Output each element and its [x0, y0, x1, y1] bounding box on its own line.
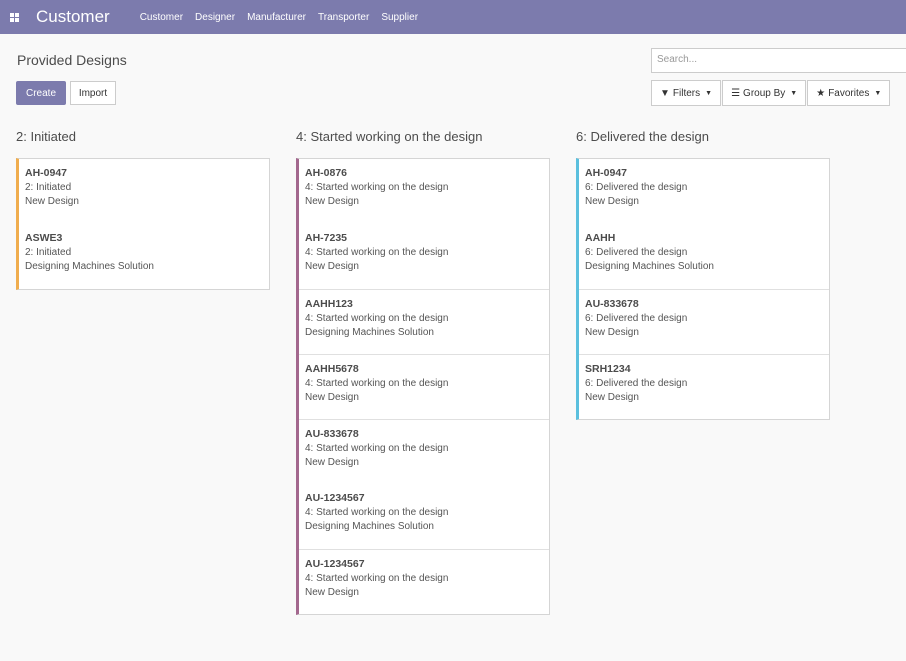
card-ref: AH-0947 [25, 167, 68, 179]
search-options: ▼ Filters ▼ ☰ Group By ▼ ★ Favorites ▼ [651, 80, 891, 106]
menu-supplier[interactable]: Supplier [381, 12, 418, 23]
apps-menu-icon[interactable] [0, 0, 28, 34]
card-type: New Design [585, 392, 639, 403]
kanban-column-initiated: 2: Initiated AH-0947 2: Initiated New De… [16, 124, 270, 290]
card-type: New Design [585, 327, 639, 338]
card-ref: AAHH5678 [305, 363, 359, 375]
card-stage: 4: Started working on the design [305, 313, 449, 324]
card-ref: AAHH [585, 232, 616, 244]
card-stage: 2: Initiated [25, 247, 72, 258]
column-cards: AH-0947 2: Initiated New Design ASWE3 2:… [16, 158, 270, 290]
favorites-label: Favorites [828, 87, 870, 99]
card-ref: AH-7235 [305, 232, 348, 244]
card-ref: AH-0947 [585, 167, 628, 179]
card-stage: 6: Delivered the design [585, 247, 688, 258]
card-type: Designing Machines Solution [305, 327, 434, 338]
card-type: New Design [305, 261, 359, 272]
kanban-card[interactable]: AAHH123 4: Started working on the design… [299, 289, 549, 354]
menu-customer[interactable]: Customer [140, 12, 183, 23]
kanban-card[interactable]: AU-1234567 4: Started working on the des… [299, 549, 549, 614]
card-type: Designing Machines Solution [25, 261, 154, 272]
column-title: 2: Initiated [16, 129, 76, 144]
card-type: New Design [305, 457, 359, 468]
menu-transporter[interactable]: Transporter [318, 12, 369, 23]
card-stage: 6: Delivered the design [585, 378, 688, 389]
group-by-label: Group By [743, 87, 786, 99]
kanban-card[interactable]: SRH1234 6: Delivered the design New Desi… [579, 354, 829, 419]
column-title: 4: Started working on the design [296, 129, 483, 144]
filters-label: Filters [672, 87, 701, 99]
bars-icon: ☰ [731, 87, 741, 99]
kanban-card[interactable]: AAHH5678 4: Started working on the desig… [299, 354, 549, 419]
card-ref: AU-1234567 [305, 492, 365, 504]
app-brand[interactable]: Customer [36, 7, 110, 27]
kanban-card[interactable]: AH-0947 2: Initiated New Design [19, 159, 269, 224]
kanban-card[interactable]: AH-0876 4: Started working on the design… [299, 159, 549, 224]
card-type: New Design [585, 196, 639, 207]
card-stage: 4: Started working on the design [305, 182, 449, 193]
kanban-card[interactable]: AH-7235 4: Started working on the design… [299, 224, 549, 289]
card-type: New Design [305, 196, 359, 207]
card-ref: AU-833678 [585, 298, 639, 310]
filters-button[interactable]: ▼ Filters ▼ [651, 80, 722, 106]
card-type: New Design [25, 196, 79, 207]
card-stage: 4: Started working on the design [305, 443, 449, 454]
card-ref: SRH1234 [585, 363, 631, 375]
kanban-column-started: 4: Started working on the design AH-0876… [296, 124, 550, 615]
card-ref: ASWE3 [25, 232, 63, 244]
kanban-card[interactable]: AAHH 6: Delivered the design Designing M… [579, 224, 829, 289]
create-button[interactable]: Create [16, 81, 66, 105]
column-cards: AH-0947 6: Delivered the design New Desi… [576, 158, 830, 420]
card-stage: 2: Initiated [25, 182, 72, 193]
kanban-card[interactable]: AH-0947 6: Delivered the design New Desi… [579, 159, 829, 224]
group-by-button[interactable]: ☰ Group By ▼ [722, 80, 807, 106]
menu-manufacturer[interactable]: Manufacturer [247, 12, 306, 23]
favorites-button[interactable]: ★ Favorites ▼ [807, 80, 891, 106]
kanban-card[interactable]: AU-1234567 4: Started working on the des… [299, 484, 549, 549]
star-icon: ★ [816, 87, 826, 99]
caret-down-icon: ▼ [705, 89, 713, 97]
card-stage: 4: Started working on the design [305, 378, 449, 389]
top-navbar: Customer Customer Designer Manufacturer … [0, 0, 906, 34]
card-type: Designing Machines Solution [585, 261, 714, 272]
card-stage: 4: Started working on the design [305, 507, 449, 518]
card-stage: 6: Delivered the design [585, 182, 688, 193]
card-stage: 4: Started working on the design [305, 573, 449, 584]
caret-down-icon: ▼ [790, 89, 798, 97]
card-type: New Design [305, 587, 359, 598]
card-type: New Design [305, 392, 359, 403]
menu-designer[interactable]: Designer [195, 12, 235, 23]
kanban-card[interactable]: ASWE3 2: Initiated Designing Machines So… [19, 224, 269, 289]
card-type: Designing Machines Solution [305, 521, 434, 532]
column-cards: AH-0876 4: Started working on the design… [296, 158, 550, 615]
card-stage: 6: Delivered the design [585, 313, 688, 324]
filter-icon: ▼ [660, 87, 670, 99]
caret-down-icon: ▼ [874, 89, 882, 97]
import-button[interactable]: Import [70, 81, 116, 105]
search-input[interactable]: Search... [651, 48, 906, 73]
card-ref: AAHH123 [305, 298, 353, 310]
card-ref: AU-1234567 [305, 558, 365, 570]
kanban-card[interactable]: AU-833678 6: Delivered the design New De… [579, 289, 829, 354]
column-title: 6: Delivered the design [576, 129, 709, 144]
card-ref: AU-833678 [305, 428, 359, 440]
card-ref: AH-0876 [305, 167, 348, 179]
kanban-column-delivered: 6: Delivered the design AH-0947 6: Deliv… [576, 124, 830, 420]
kanban-card[interactable]: AU-833678 4: Started working on the desi… [299, 419, 549, 484]
card-stage: 4: Started working on the design [305, 247, 449, 258]
breadcrumb: Provided Designs [17, 52, 127, 68]
